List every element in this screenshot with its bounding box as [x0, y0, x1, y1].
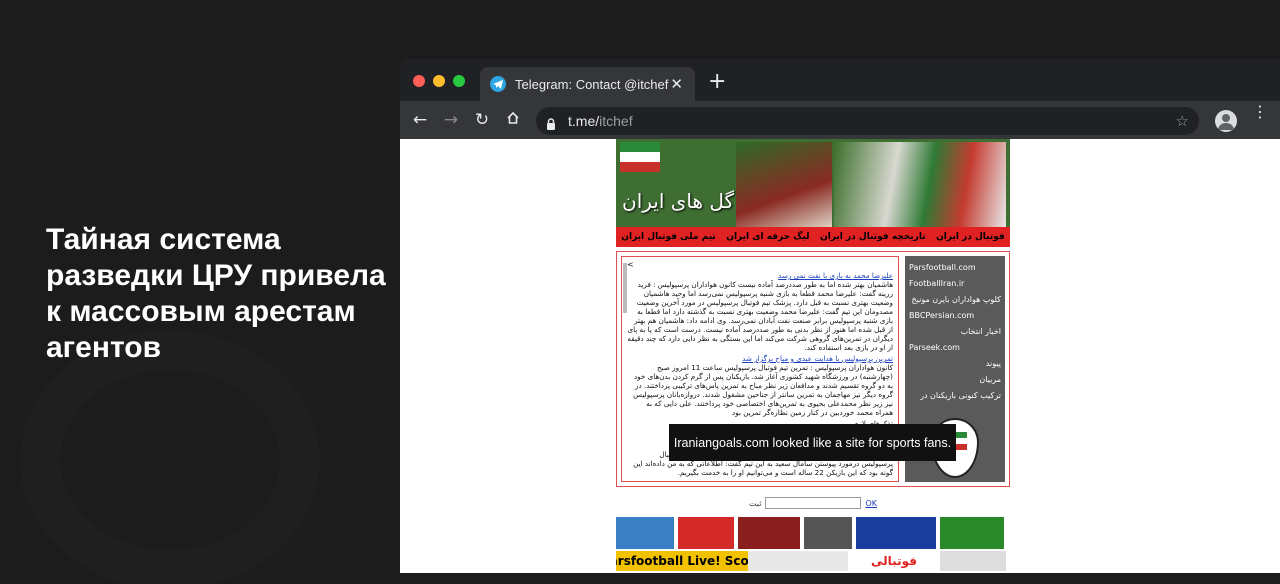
- search-input[interactable]: [765, 497, 862, 509]
- home-icon[interactable]: [502, 109, 524, 131]
- subtitle-caption: Iraniangoals.com looked like a site for …: [669, 424, 956, 461]
- close-window-button[interactable]: [413, 75, 425, 87]
- search-ok-link[interactable]: OK: [865, 499, 877, 508]
- banner-photo-fans: [834, 142, 1006, 228]
- video-frame: Тайная система разведки ЦРУ привела к ма…: [0, 0, 1280, 584]
- banner-title: گل های ایران: [622, 189, 735, 213]
- tab-bar: Telegram: Contact @itchef ✕ +: [400, 59, 1280, 101]
- parsfootball-ad[interactable]: Parsfootball Live! Score: [616, 551, 748, 571]
- site-nav: فوتبال در ایران تاریخچه فوتبال در ایران …: [616, 227, 1010, 247]
- site-banner: گل های ایران فوتبال در ایران تاریخچه فوت…: [616, 139, 1010, 247]
- background-logo: [20, 330, 320, 584]
- tab-telegram[interactable]: Telegram: Contact @itchef ✕: [480, 67, 695, 101]
- nav-link[interactable]: تاریخچه فوتبال در ایران: [820, 232, 926, 242]
- maximize-window-button[interactable]: [453, 75, 465, 87]
- site-search: ثبت OK: [616, 497, 1010, 509]
- ad-banner[interactable]: [616, 517, 674, 549]
- profile-avatar-icon[interactable]: [1215, 110, 1237, 132]
- ad-banner[interactable]: [678, 517, 734, 549]
- browser-window: Telegram: Contact @itchef ✕ + ← → ↻ t.me…: [400, 59, 1280, 573]
- news-marker: <: [627, 260, 634, 269]
- nav-link[interactable]: لیگ حرفه ای ایران: [726, 232, 809, 242]
- bookmark-star-icon[interactable]: ☆: [1176, 112, 1189, 130]
- search-submit-label: ثبت: [748, 498, 762, 508]
- sidebar-link[interactable]: FootballIran.ir: [909, 276, 1001, 292]
- news-scrollbar[interactable]: [623, 263, 627, 313]
- minimize-window-button[interactable]: [433, 75, 445, 87]
- toolbar: ← → ↻ t.me/itchef ☆ ⋮: [400, 101, 1280, 139]
- sidebar-link[interactable]: Parsfootball.com: [909, 260, 1001, 276]
- ad-banner[interactable]: [738, 517, 800, 549]
- web-page: گل های ایران فوتبال در ایران تاریخچه فوت…: [400, 139, 1280, 573]
- sidebar-link[interactable]: اخبار انتخاب: [909, 324, 1001, 340]
- close-tab-icon[interactable]: ✕: [670, 75, 683, 93]
- banner-photo-team: [736, 142, 832, 228]
- iraniangoals-site: گل های ایران فوتبال در ایران تاریخچه فوت…: [616, 139, 1010, 571]
- sidebar-link[interactable]: پیوند: [909, 356, 1001, 372]
- url-text: t.me/itchef: [568, 113, 633, 129]
- news-body: هاشمیان بهتر شده اما به طور صددرصد آماده…: [627, 280, 893, 352]
- news-headline-link[interactable]: علیرضا محمد به بازی با نفت نمی رسد: [627, 271, 893, 280]
- sidebar-link[interactable]: کلوپ هواداران بایرن مونیخ: [909, 292, 1001, 308]
- nav-link[interactable]: تیم ملی فوتبال ایران: [621, 232, 715, 242]
- reload-icon[interactable]: ↻: [471, 109, 493, 131]
- sidebar-link[interactable]: ترکیب کنونی بازیکنان در: [909, 388, 1001, 404]
- back-arrow-icon[interactable]: ←: [409, 109, 431, 131]
- sidebar-link[interactable]: BBCPersian.com: [909, 308, 1001, 324]
- nav-link[interactable]: فوتبال در ایران: [936, 232, 1005, 242]
- footbali-ad[interactable]: فوتبالی: [848, 551, 940, 571]
- ad-banner[interactable]: [748, 551, 848, 571]
- browser-menu-icon[interactable]: ⋮: [1252, 104, 1268, 120]
- telegram-icon: [490, 76, 506, 92]
- ad-banner[interactable]: [804, 517, 852, 549]
- ad-banner[interactable]: [856, 517, 936, 549]
- forward-arrow-icon[interactable]: →: [440, 109, 462, 131]
- sidebar-link[interactable]: Parseek.com: [909, 340, 1001, 356]
- ad-banner[interactable]: [940, 517, 1004, 549]
- new-tab-button[interactable]: +: [708, 71, 726, 93]
- news-headline-link[interactable]: تمرین پرسپولیس با هدایت عبدی و مباح برگز…: [627, 354, 893, 363]
- address-bar[interactable]: t.me/itchef ☆: [536, 107, 1199, 135]
- lock-icon: [546, 115, 556, 130]
- sponsor-ads-row2: Parsfootball Live! Score فوتبالی: [616, 551, 1010, 571]
- ad-banner[interactable]: [940, 551, 1006, 571]
- headline-caption: Тайная система разведки ЦРУ привела к ма…: [46, 223, 386, 364]
- news-body: کانون هواداران پرسپولیس : تمرین تیم فوتب…: [633, 363, 893, 417]
- tab-title: Telegram: Contact @itchef: [515, 76, 669, 92]
- sidebar-link[interactable]: مربیان: [909, 372, 1001, 388]
- iran-flag-logo: [620, 142, 660, 172]
- sponsor-ads: [616, 517, 1010, 549]
